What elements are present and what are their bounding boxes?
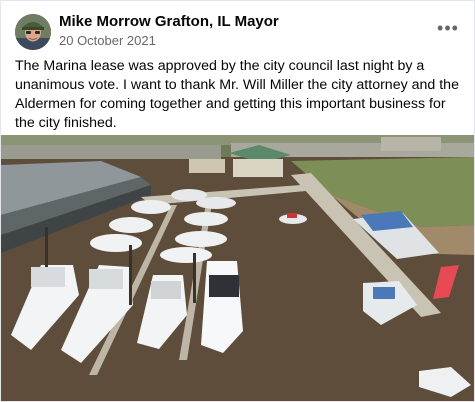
post-photo[interactable]: [1, 135, 474, 401]
more-options-button[interactable]: •••: [436, 19, 460, 37]
post-body-text: The Marina lease was approved by the cit…: [15, 58, 459, 131]
author-avatar[interactable]: [15, 14, 51, 50]
author-name[interactable]: Mike Morrow Grafton, IL Mayor: [59, 13, 279, 30]
more-horizontal-icon: •••: [437, 18, 459, 38]
post-header: Mike Morrow Grafton, IL Mayor 20 October…: [11, 11, 466, 51]
avatar-image: [15, 14, 51, 50]
post-card: Mike Morrow Grafton, IL Mayor 20 October…: [0, 0, 475, 402]
post-date[interactable]: 20 October 2021: [59, 33, 156, 48]
marina-photo: [1, 135, 474, 401]
